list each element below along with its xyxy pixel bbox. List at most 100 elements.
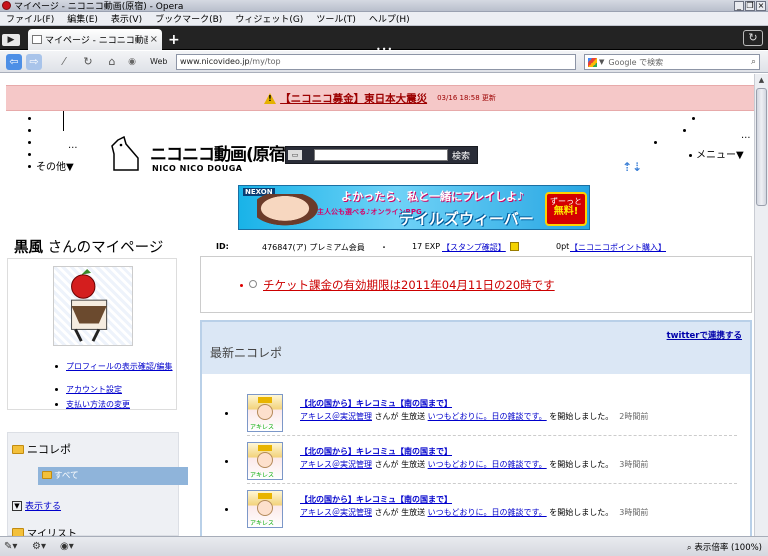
closed-tabs-icon[interactable]: ↻ xyxy=(743,30,763,46)
sidebar-item-mylist-label: マイリスト xyxy=(27,529,77,536)
community-thumbnail[interactable]: アキレス xyxy=(247,394,283,432)
niconico-logo[interactable]: ニコニコ動画(原宿) NICO NICO DOUGA xyxy=(110,134,293,180)
tab-label: マイページ - ニコニコ動画(... xyxy=(45,36,148,46)
stamp-link[interactable]: 【スタンプ確認】 xyxy=(442,242,506,253)
program-link[interactable]: 【北の国から】キレコミュ【南の国まで】 xyxy=(300,446,452,457)
search-field[interactable]: ▼ Google で検索 ⌕ xyxy=(584,54,760,70)
turbo-icon[interactable]: ◉▾ xyxy=(60,541,74,552)
show-link[interactable]: 表示する xyxy=(25,499,61,512)
warning-icon xyxy=(264,92,277,104)
page-title-suffix: さんのマイページ xyxy=(43,240,164,256)
main-menu-link[interactable]: メニュー▼ xyxy=(696,146,744,161)
program-link[interactable]: 【北の国から】キレコミュ【南の国まで】 xyxy=(300,494,452,505)
status-bar: ✎▾ ⚙▾ ◉▾ ⌕ 表示倍率 (100%) xyxy=(0,536,768,556)
panel-toggle-icon[interactable]: ✎▾ xyxy=(4,541,17,552)
menu-file[interactable]: ファイル(F) xyxy=(6,12,54,25)
points-buy-link[interactable]: 【ニコニコポイント購入】 xyxy=(570,242,666,253)
search-type-icon[interactable]: ▭ xyxy=(288,150,302,160)
zoom-level[interactable]: ⌕ 表示倍率 (100%) xyxy=(687,541,762,553)
google-icon[interactable] xyxy=(588,57,597,67)
sidebar-item-all[interactable]: すべて xyxy=(38,467,188,485)
account-settings-link[interactable]: アカウント設定 xyxy=(66,385,122,394)
payment-method-item: 支払い方法の変更 xyxy=(55,400,130,410)
menu-help[interactable]: ヘルプ(H) xyxy=(369,12,410,25)
page-content: 【ニコニコ募金】東日本大震災 03/16 18:58 更新 … その他▼ ニコニ… xyxy=(6,74,754,536)
stream-link[interactable]: いつもどおりに。日の雑談です。 xyxy=(428,508,547,517)
points-value: 0pt xyxy=(556,242,570,251)
alert-date: 03/16 18:58 更新 xyxy=(437,94,496,102)
logo-subtitle: NICO NICO DOUGA xyxy=(152,164,243,173)
search-icon[interactable]: ⌕ xyxy=(751,57,756,67)
user-link[interactable]: アキレス＠実況管理 xyxy=(300,508,372,517)
sidebar-nicorepo-label: ニコレポ xyxy=(27,443,71,456)
minimize-button[interactable]: _ xyxy=(734,1,744,11)
list-bullet xyxy=(225,412,228,415)
menu-widgets[interactable]: ウィジェット(G) xyxy=(235,12,303,25)
row-divider xyxy=(247,483,737,484)
menu-bookmarks[interactable]: ブックマーク(B) xyxy=(155,12,222,25)
unite-icon[interactable]: ⚙▾ xyxy=(32,541,46,552)
scrollbar-thumb[interactable] xyxy=(756,88,767,206)
crown-icon xyxy=(258,493,272,499)
list-item: アキレス 【北の国から】キレコミュ【南の国まで】 アキレス＠実況管理 さんが 生… xyxy=(202,438,750,484)
fast-forward-icon[interactable]: ⁄ xyxy=(56,54,72,70)
menu-edit[interactable]: 編集(E) xyxy=(67,12,98,25)
payment-method-link[interactable]: 支払い方法の変更 xyxy=(66,400,130,409)
menu-view[interactable]: 表示(V) xyxy=(111,12,142,25)
folder-icon xyxy=(12,444,24,454)
reload-icon[interactable]: ↻ xyxy=(80,54,96,70)
security-label[interactable]: Web xyxy=(150,57,167,66)
twitter-link[interactable]: twitterで連携する xyxy=(667,329,742,341)
header-bullet xyxy=(28,129,31,132)
community-thumbnail[interactable]: アキレス xyxy=(247,442,283,480)
maximize-button[interactable]: ❐ xyxy=(745,1,755,11)
site-info-icon[interactable]: ◉ xyxy=(124,54,140,70)
chevron-down-icon[interactable]: ▼ xyxy=(599,58,604,66)
user-link[interactable]: アキレス＠実況管理 xyxy=(300,460,372,469)
window-title: マイページ - ニコニコ動画(原宿) - Opera xyxy=(14,2,184,12)
account-settings-item: アカウント設定 xyxy=(55,385,122,395)
community-thumbnail[interactable]: アキレス xyxy=(247,490,283,528)
menu-tools[interactable]: ツール(T) xyxy=(316,12,356,25)
stream-link[interactable]: いつもどおりに。日の雑談です。 xyxy=(428,412,547,421)
tab-mypage[interactable]: マイページ - ニコニコ動画(... × xyxy=(28,29,162,50)
program-link[interactable]: 【北の国から】キレコミュ【南の国まで】 xyxy=(300,398,452,409)
address-field[interactable]: www.nicovideo.jp/my/top xyxy=(176,54,576,70)
site-search-input[interactable] xyxy=(314,149,448,161)
back-button[interactable]: ⇦ xyxy=(6,54,22,70)
other-menu-link[interactable]: その他▼ xyxy=(36,158,74,173)
header-bullet xyxy=(28,153,31,156)
ticket-expiry-link[interactable]: チケット課金の有効期限は2011年04月11日の20時です xyxy=(263,277,555,293)
sidebar-item-mylist[interactable]: マイリスト xyxy=(12,525,77,536)
row-divider xyxy=(247,435,737,436)
close-window-button[interactable]: × xyxy=(756,1,766,11)
activity-post: を開始しました。 xyxy=(546,508,614,517)
character-face-icon xyxy=(257,404,273,420)
profile-edit-link[interactable]: プロフィールの表示確認/編集 xyxy=(66,362,173,371)
home-icon[interactable]: ⌂ xyxy=(104,54,120,70)
advertisement-banner[interactable]: NEXON よかったら、私と一緒にプレイしよ♪ 主人公も選べる♪オンラインRPG… xyxy=(238,185,590,230)
activity-post: を開始しました。 xyxy=(546,460,614,469)
tab-close-icon[interactable]: × xyxy=(150,34,158,45)
avatar[interactable] xyxy=(53,266,133,346)
page-favicon-icon xyxy=(32,35,42,44)
url-path: /my/top xyxy=(249,57,281,66)
forward-button[interactable]: ⇨ xyxy=(26,54,42,70)
header-bullet xyxy=(28,117,31,120)
alert-link[interactable]: 【ニコニコ募金】東日本大震災 xyxy=(280,91,427,106)
site-search-button[interactable]: 検索 xyxy=(452,149,470,162)
new-tab-button[interactable]: + xyxy=(168,32,180,48)
stream-link[interactable]: いつもどおりに。日の雑談です。 xyxy=(428,460,547,469)
user-link[interactable]: アキレス＠実況管理 xyxy=(300,412,372,421)
search-placeholder: Google で検索 xyxy=(608,57,664,67)
header-bullet xyxy=(28,141,31,144)
thumbnail-label: アキレス xyxy=(250,520,275,527)
expand-toggle-icon[interactable]: ▼ xyxy=(12,500,22,511)
show-toggle[interactable]: ▼ 表示する xyxy=(12,499,61,512)
vertical-scrollbar[interactable]: ▲ xyxy=(754,74,768,536)
sort-arrows-icon[interactable]: ⇡⇣ xyxy=(622,160,642,174)
list-bullet xyxy=(225,508,228,511)
activity-line: アキレス＠実況管理 さんが 生放送 いつもどおりに。日の雑談です。 を開始しまし… xyxy=(300,459,648,470)
panel-toggle-icon[interactable]: ▶ xyxy=(2,34,20,46)
scroll-up-icon[interactable]: ▲ xyxy=(756,75,767,86)
